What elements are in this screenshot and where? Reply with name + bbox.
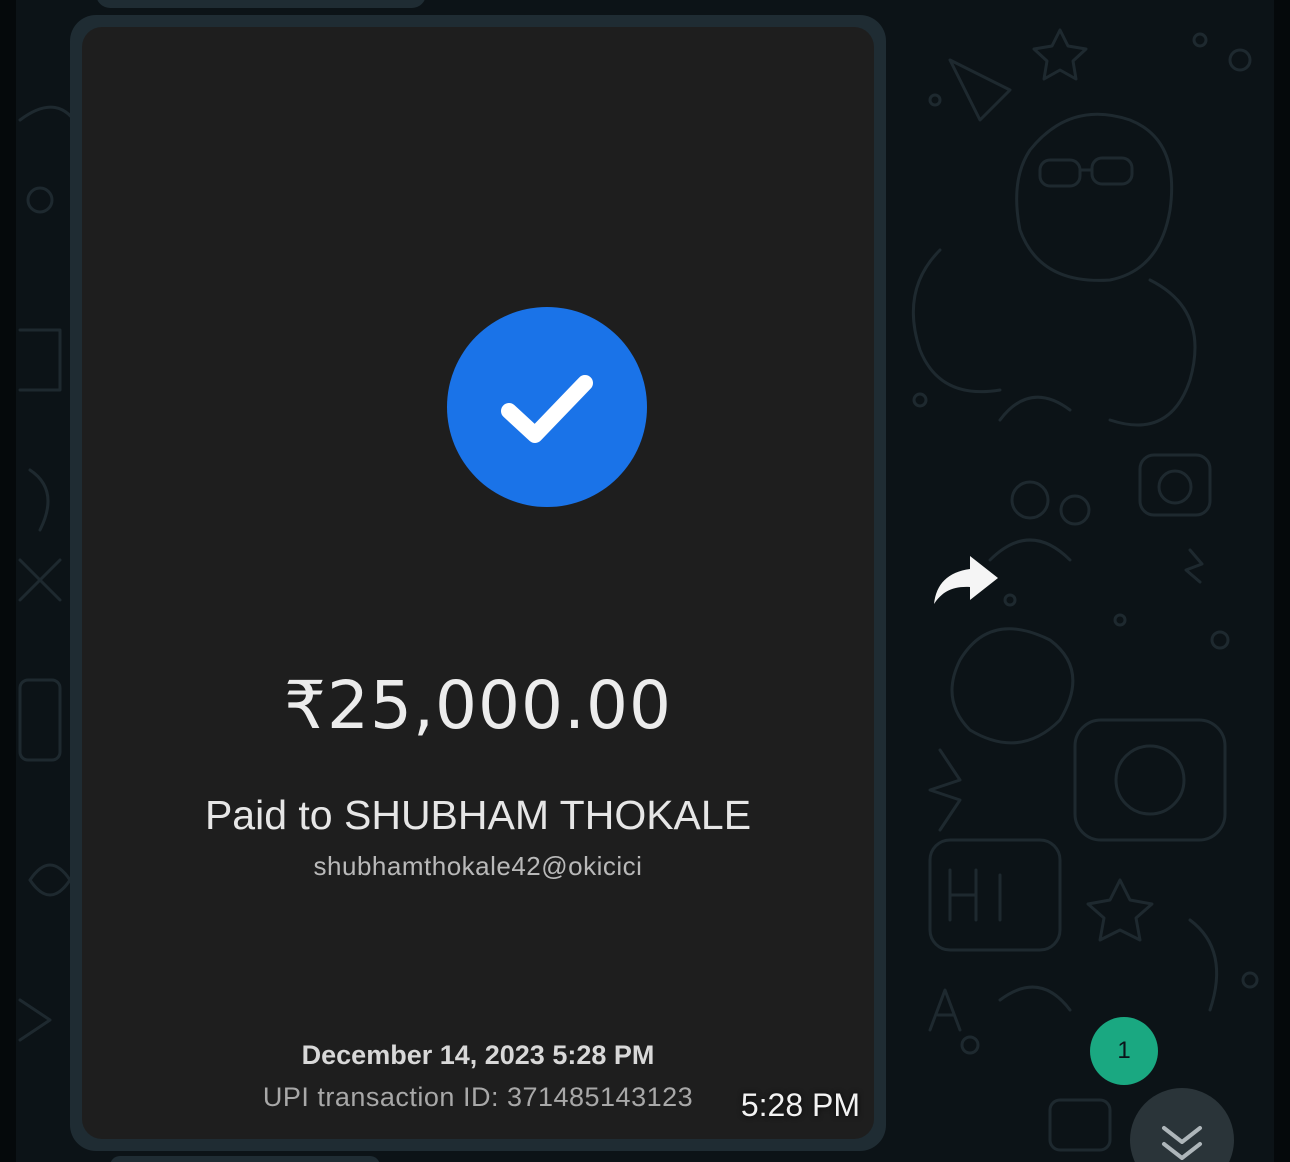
message-timestamp: 5:28 PM bbox=[740, 1087, 860, 1123]
payee-upi-id: shubhamthokale42@okicici bbox=[313, 851, 643, 881]
chat-background: ₹25,000.00 Paid to SHUBHAM THOKALE shubh… bbox=[0, 0, 1290, 1162]
previous-message-bubble[interactable] bbox=[96, 0, 426, 8]
left-edge-shade bbox=[0, 0, 16, 1162]
image-message-bubble[interactable]: ₹25,000.00 Paid to SHUBHAM THOKALE shubh… bbox=[70, 15, 886, 1151]
payment-amount: ₹25,000.00 bbox=[284, 667, 672, 744]
next-message-bubble[interactable] bbox=[110, 1156, 380, 1162]
payment-receipt-image[interactable]: ₹25,000.00 Paid to SHUBHAM THOKALE shubh… bbox=[82, 27, 874, 1139]
double-chevron-down-icon bbox=[1162, 1126, 1202, 1160]
check-circle-icon bbox=[447, 307, 647, 507]
forward-arrow-icon bbox=[934, 556, 998, 604]
transaction-date: December 14, 2023 5:28 PM bbox=[301, 1040, 655, 1070]
payee-name: Paid to SHUBHAM THOKALE bbox=[204, 792, 752, 838]
forward-button[interactable] bbox=[928, 552, 1002, 610]
unread-count-badge[interactable]: 1 bbox=[1090, 1017, 1158, 1085]
right-edge-shade bbox=[1274, 0, 1290, 1162]
